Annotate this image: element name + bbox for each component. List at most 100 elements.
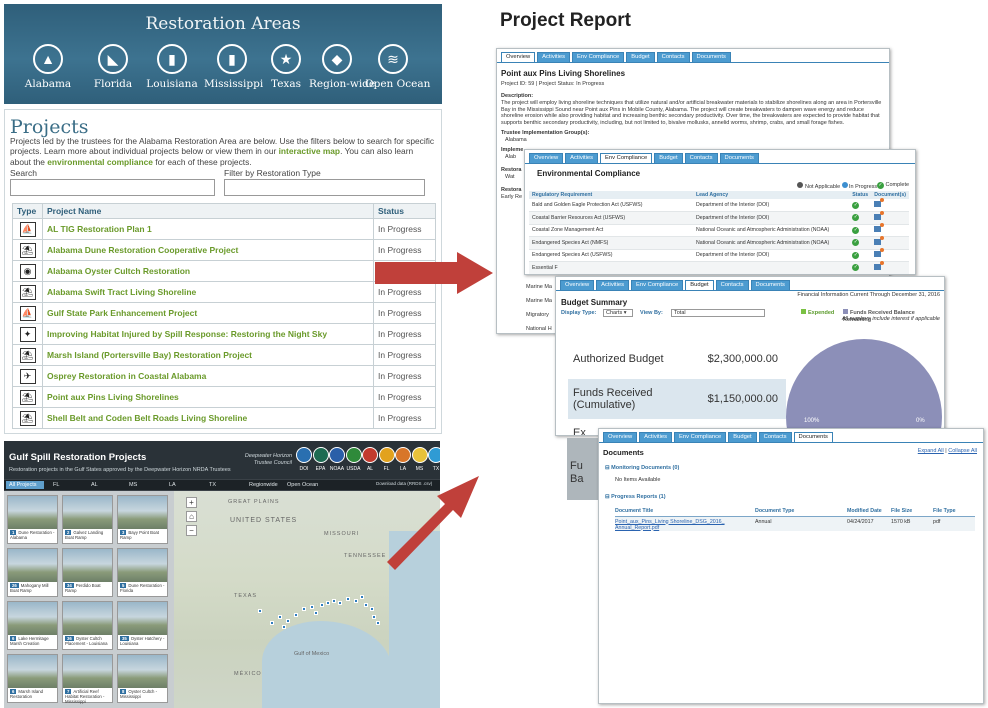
map-tab[interactable]: TX <box>206 481 244 489</box>
project-pin[interactable] <box>364 603 368 607</box>
project-thumbnail[interactable]: 3 Bayy Point Boat Ramp <box>117 495 168 544</box>
project-thumbnail[interactable]: 1 Dune Restoration - Alabama <box>7 495 58 544</box>
area-open-ocean[interactable]: ≋ Open Ocean <box>365 44 430 90</box>
project-thumbnail[interactable]: 6 Lake Hermitage Marsh Creation <box>7 601 58 650</box>
project-pin[interactable] <box>370 607 374 611</box>
project-pin[interactable] <box>346 597 350 601</box>
project-name-link[interactable]: Shell Belt and Coden Belt Roads Living S… <box>42 407 374 429</box>
document-icon[interactable] <box>874 198 885 207</box>
map-tab[interactable]: FL <box>50 481 86 489</box>
area-mississippi[interactable]: ▮ Mississippi <box>204 44 263 90</box>
area-louisiana[interactable]: ▮ Louisiana <box>144 44 200 90</box>
project-name-link[interactable]: AL TIG Restoration Plan 1 <box>42 218 374 240</box>
project-thumbnail[interactable]: 6 Marsh Island Restoration <box>7 654 58 703</box>
agency-logo-icon[interactable] <box>378 447 395 463</box>
project-name-link[interactable]: Alabama Dune Restoration Cooperative Pro… <box>42 239 374 261</box>
project-name-link[interactable]: Gulf State Park Enhancement Project <box>42 302 374 324</box>
map-tab[interactable]: Regionwide <box>246 481 282 489</box>
map-tab[interactable]: All Projects <box>6 481 44 489</box>
project-pin[interactable] <box>376 621 380 625</box>
table-row[interactable]: ⛱ Marsh Island (Portersville Bay) Restora… <box>12 344 436 366</box>
expand-all-link[interactable]: Expand All <box>918 448 944 454</box>
progress-section[interactable]: ⊟ Progress Reports (1) <box>605 494 666 501</box>
project-pin[interactable] <box>278 615 282 619</box>
project-pin[interactable] <box>354 599 358 603</box>
project-pin[interactable] <box>286 619 290 623</box>
document-link[interactable]: Point_aux_Pins_Living Shoreline_DSG_2016… <box>615 519 725 531</box>
zoom-out-button[interactable]: − <box>186 525 197 536</box>
agency-logo-icon[interactable] <box>329 447 345 463</box>
area-alabama[interactable]: ▲ Alabama <box>20 44 76 90</box>
table-row[interactable]: ⛱ Shell Belt and Coden Belt Roads Living … <box>12 407 436 429</box>
project-name-link[interactable]: Point aux Pins Living Shorelines <box>42 386 374 408</box>
agency-logo-icon[interactable] <box>428 447 440 463</box>
project-pin[interactable] <box>258 609 262 613</box>
project-pin[interactable] <box>332 599 336 603</box>
restoration-type-filter[interactable] <box>224 179 425 196</box>
project-pin[interactable] <box>294 613 298 617</box>
display-type-select[interactable]: Charts ▾ <box>603 309 633 317</box>
table-row[interactable]: ◉Alabama Oyster Cultch RestorationIn Pro… <box>12 260 436 282</box>
project-thumbnail[interactable]: 35 Oyster Hatchery - Louisiana <box>117 601 168 650</box>
table-row[interactable]: ✦ Improving Habitat Injured by Spill Resp… <box>12 323 436 345</box>
project-pin[interactable] <box>320 603 324 607</box>
project-thumbnail[interactable]: 7 Artificial Reef Habitat Restoration - M… <box>62 654 113 704</box>
table-row[interactable]: ✈ Osprey Restoration in Coastal Alabama In… <box>12 365 436 387</box>
column-status[interactable]: Status <box>373 203 436 219</box>
document-icon[interactable] <box>874 223 885 233</box>
table-row[interactable]: ⛱ Point aux Pins Living Shorelines In Prog… <box>12 386 436 408</box>
project-pin[interactable] <box>310 605 314 609</box>
project-thumbnail[interactable]: 5 Dune Restoration - Florida <box>117 548 168 597</box>
collapse-all-link[interactable]: Collapse All <box>948 448 977 454</box>
project-thumbnail[interactable]: 26 Mahogany Mill Boat Ramp <box>7 548 58 597</box>
table-row[interactable]: ⛱ Alabama Swift Tract Living Shoreline In … <box>12 281 436 303</box>
map-tab[interactable]: LA <box>166 481 204 489</box>
environmental-compliance-link[interactable]: environmental compliance <box>47 157 153 167</box>
monitoring-section[interactable]: ⊟ Monitoring Documents (0) <box>605 465 679 472</box>
project-name-link[interactable]: Alabama Swift Tract Living Shoreline <box>42 281 374 303</box>
agency-logo-icon[interactable] <box>296 447 312 463</box>
project-name-link[interactable]: Marsh Island (Portersville Bay) Restorat… <box>42 344 374 366</box>
project-pin[interactable] <box>314 611 318 615</box>
document-icon[interactable] <box>874 210 885 220</box>
agency-logo-icon[interactable] <box>411 447 428 463</box>
column-type[interactable]: Type <box>12 203 43 219</box>
map-tab[interactable]: MS <box>126 481 164 489</box>
project-name-link[interactable]: Osprey Restoration in Coastal Alabama <box>42 365 374 387</box>
project-thumbnail[interactable]: 2 Galvez Landing Boat Ramp <box>62 495 113 544</box>
project-thumbnail[interactable]: 34 Perdido Boat Ramp <box>62 548 113 597</box>
project-thumbnail[interactable]: 8 Oyster Cultch - Mississippi <box>117 654 168 703</box>
document-icon[interactable] <box>874 260 885 270</box>
agency-logo-icon[interactable] <box>312 447 329 463</box>
project-pin[interactable] <box>302 607 306 611</box>
interactive-map-link[interactable]: interactive map <box>279 146 340 156</box>
table-header: Document Title Document Type Modified Da… <box>615 507 975 517</box>
agency-logo-icon[interactable] <box>395 447 411 463</box>
project-thumbnail[interactable]: 36 Oyster Cultch Placement - Louisiana <box>62 601 113 650</box>
view-by-select[interactable]: Total <box>671 309 765 317</box>
area-texas[interactable]: ★ Texas <box>258 44 314 90</box>
home-icon[interactable]: ⌂ <box>186 511 197 522</box>
table-row[interactable]: ⛱ Alabama Dune Restoration Cooperative Pr… <box>12 239 436 261</box>
zoom-in-button[interactable]: + <box>186 497 197 508</box>
table-row[interactable]: ⛵ AL TIG Restoration Plan 1 In Progress <box>12 218 436 240</box>
document-icon[interactable] <box>874 248 885 258</box>
project-pin[interactable] <box>282 625 286 629</box>
table-row[interactable]: ⛵ Gulf State Park Enhancement Project In P… <box>12 302 436 324</box>
map-tab[interactable]: AL <box>88 481 124 489</box>
area-florida[interactable]: ◣ Florida <box>85 44 141 90</box>
agency-logo-icon[interactable] <box>362 447 378 463</box>
project-name-link[interactable]: Alabama Oyster Cultch Restoration <box>42 260 374 282</box>
project-pin[interactable] <box>372 615 376 619</box>
search-input[interactable] <box>10 179 215 196</box>
project-pin[interactable] <box>270 621 274 625</box>
map-tab[interactable]: Open Ocean <box>284 481 322 489</box>
document-icon[interactable] <box>874 235 885 245</box>
agency-logo-icon[interactable] <box>345 447 362 463</box>
column-project-name[interactable]: Project Name <box>42 203 374 219</box>
project-pin[interactable] <box>338 601 342 605</box>
project-pin[interactable] <box>326 601 330 605</box>
area-region-wide[interactable]: ◆ Region-wide <box>309 44 375 90</box>
project-pin[interactable] <box>360 595 364 599</box>
project-name-link[interactable]: Improving Habitat Injured by Spill Respo… <box>42 323 374 345</box>
